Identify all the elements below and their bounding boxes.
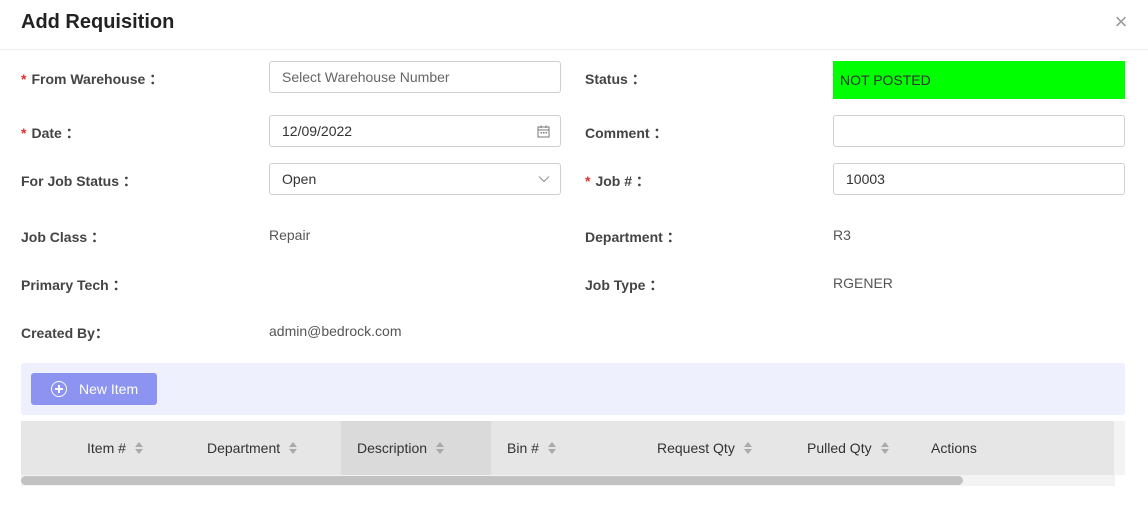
primary-tech-label: Primary Tech ： xyxy=(21,277,127,293)
from-warehouse-label: * From Warehouse ： xyxy=(21,71,164,87)
close-icon[interactable]: × xyxy=(1112,11,1130,33)
sort-icon[interactable] xyxy=(134,442,143,454)
column-actions: Actions xyxy=(931,440,977,456)
dialog-header: Add Requisition × xyxy=(0,0,1148,50)
comment-input[interactable] xyxy=(833,115,1125,147)
column-bin-number[interactable]: Bin # xyxy=(507,421,556,475)
status-badge: NOT POSTED xyxy=(833,61,1125,99)
sort-icon[interactable] xyxy=(547,442,556,454)
job-class-value: Repair xyxy=(269,227,311,243)
sort-icon[interactable] xyxy=(436,442,445,454)
status-label: Status ： xyxy=(585,71,646,87)
for-job-status-label: For Job Status ： xyxy=(21,173,137,189)
date-label: * Date ： xyxy=(21,125,80,141)
sort-icon[interactable] xyxy=(289,442,298,454)
new-item-label: New Item xyxy=(79,381,139,397)
job-type-value: RGENER xyxy=(833,275,893,291)
date-input[interactable]: 12/09/2022 xyxy=(269,115,561,147)
job-type-label: Job Type ： xyxy=(585,277,664,293)
job-class-label: Job Class ： xyxy=(21,229,106,245)
horizontal-scrollbar-thumb[interactable] xyxy=(21,476,963,485)
for-job-status-select[interactable]: Open xyxy=(269,163,561,195)
created-by-value: admin@bedrock.com xyxy=(269,323,402,339)
from-warehouse-input[interactable]: Select Warehouse Number xyxy=(269,61,561,93)
required-marker: * xyxy=(21,125,27,141)
department-value: R3 xyxy=(833,227,851,243)
item-toolbar: New Item xyxy=(21,363,1125,415)
calendar-icon[interactable] xyxy=(537,116,550,146)
column-request-qty[interactable]: Request Qty xyxy=(657,421,752,475)
job-number-input[interactable]: 10003 xyxy=(833,163,1125,195)
job-number-label: * Job # ： xyxy=(585,173,650,189)
sort-icon[interactable] xyxy=(880,442,889,454)
required-marker: * xyxy=(585,173,591,189)
new-item-button[interactable]: New Item xyxy=(31,373,157,405)
items-table-header: Item # Department Description Bin # Requ… xyxy=(21,421,1114,475)
for-job-status-value: Open xyxy=(282,171,317,187)
column-pulled-qty[interactable]: Pulled Qty xyxy=(807,421,889,475)
from-warehouse-placeholder: Select Warehouse Number xyxy=(282,69,450,85)
column-department[interactable]: Department xyxy=(207,421,298,475)
required-marker: * xyxy=(21,71,27,87)
column-item-number[interactable]: Item # xyxy=(87,421,143,475)
table-header-gutter xyxy=(1114,421,1125,475)
department-label: Department ： xyxy=(585,229,681,245)
dialog-title: Add Requisition xyxy=(21,11,175,33)
date-value: 12/09/2022 xyxy=(282,123,353,139)
sort-icon[interactable] xyxy=(743,442,752,454)
created-by-label: Created By： xyxy=(21,325,109,341)
comment-label: Comment ： xyxy=(585,125,668,141)
chevron-down-icon xyxy=(538,164,550,194)
plus-circle-icon xyxy=(51,381,67,397)
column-description[interactable]: Description xyxy=(341,421,491,475)
